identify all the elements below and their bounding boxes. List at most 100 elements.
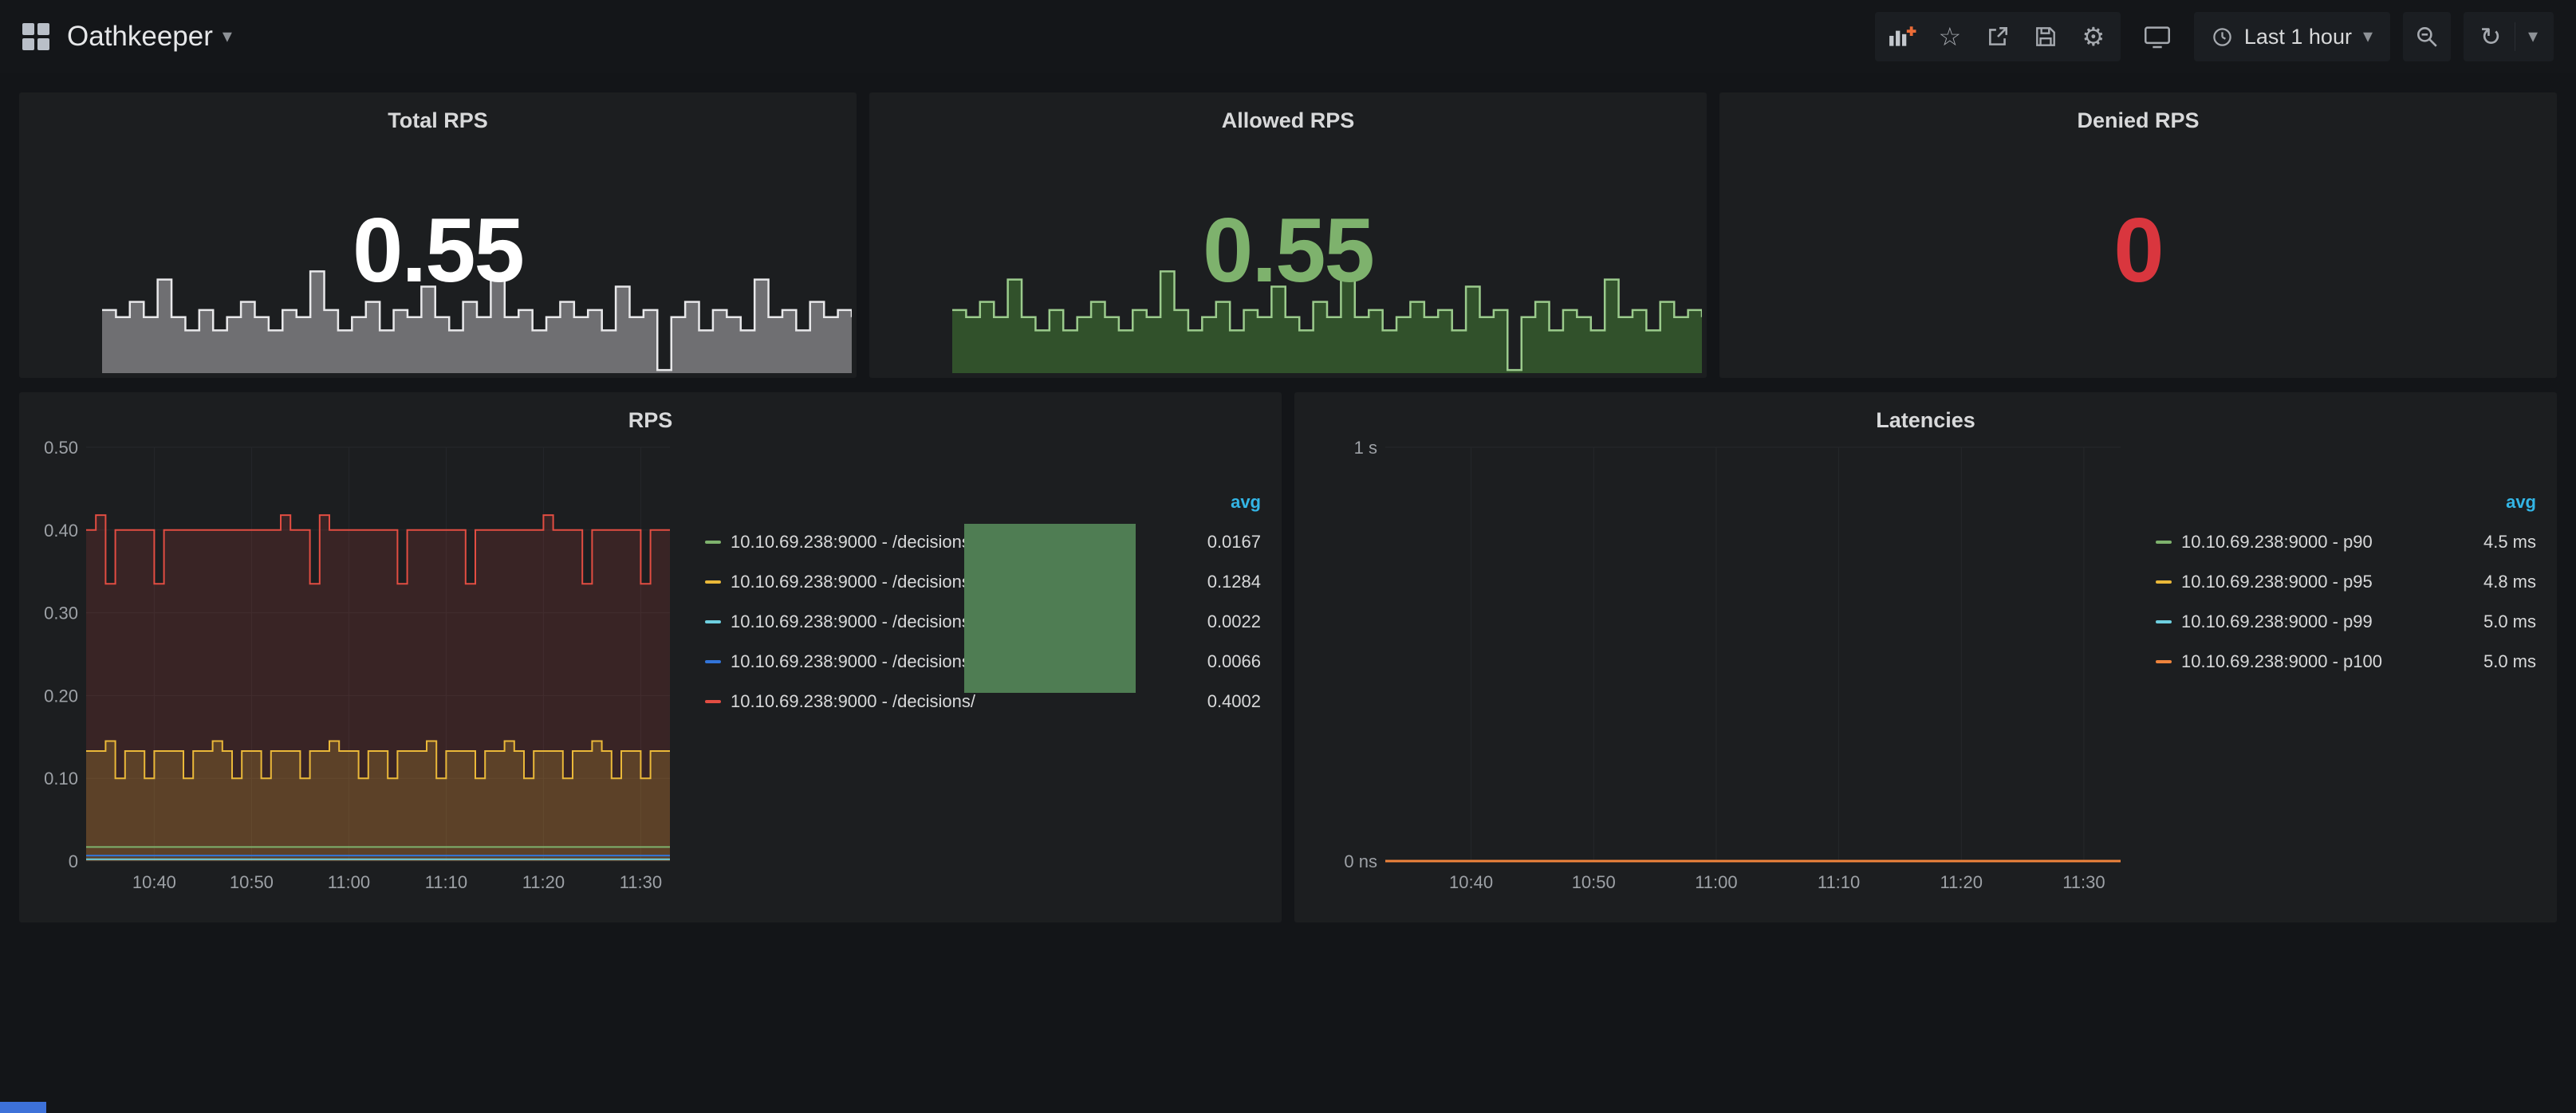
refresh-interval-dropdown[interactable]: ▾ (2515, 12, 2550, 61)
tv-mode-button[interactable] (2133, 12, 2181, 61)
svg-text:10:50: 10:50 (230, 872, 274, 892)
series-name: 10.10.69.238:9000 - /decisions/ (731, 691, 1157, 712)
panel-rps: RPS 0.50 0.40 0.30 0.20 0.10 0 10:40 10:50 11:00… (19, 392, 1282, 922)
refresh-button[interactable]: ↻ (2467, 12, 2515, 61)
svg-text:0.10: 0.10 (44, 769, 78, 789)
dashboards-grid-icon[interactable] (22, 23, 49, 50)
dashboard-title: Oathkeeper (67, 21, 213, 53)
latencies-legend: avg 10.10.69.238:9000 - p904.5 ms10.10.6… (2132, 433, 2557, 682)
svg-text:11:20: 11:20 (522, 872, 565, 892)
series-color-marker (2156, 660, 2172, 663)
graphs-row: RPS 0.50 0.40 0.30 0.20 0.10 0 10:40 10:50 11:00… (19, 392, 2557, 922)
refresh-icon: ↻ (2480, 22, 2502, 52)
tv-mode-icon (2144, 24, 2171, 49)
svg-text:0.40: 0.40 (44, 521, 78, 541)
series-color-marker (705, 580, 721, 584)
series-color-marker (2156, 620, 2172, 623)
total-rps-value: 0.55 (19, 206, 857, 297)
time-picker-button[interactable]: Last 1 hour ▾ (2194, 12, 2390, 61)
svg-text:11:30: 11:30 (620, 872, 662, 892)
svg-text:11:10: 11:10 (425, 872, 467, 892)
svg-text:10:40: 10:40 (132, 872, 176, 892)
svg-text:0.30: 0.30 (44, 604, 78, 623)
svg-text:0: 0 (69, 851, 78, 871)
series-color-marker (2156, 541, 2172, 544)
chevron-down-icon: ▾ (2528, 27, 2538, 46)
series-avg-value: 0.4002 (1157, 691, 1261, 712)
panel-title[interactable]: Denied RPS (1719, 92, 2557, 133)
gear-icon: ⚙ (2082, 22, 2105, 52)
series-avg-value: 5.0 ms (2432, 612, 2536, 632)
legend-header-avg[interactable]: avg (705, 492, 1261, 522)
refresh-cluster: ↻ ▾ (2464, 12, 2554, 61)
svg-text:10:50: 10:50 (1572, 872, 1616, 892)
series-name: 10.10.69.238:9000 - p99 (2181, 612, 2432, 632)
bottom-left-blue-bar (0, 1102, 46, 1113)
latencies-chart[interactable]: 1 s 0 ns 10:40 10:50 11:00 11:10 11:20 11:30 (1334, 436, 2132, 895)
dashboard-grid: Total RPS 0.55 Allowed RPS 0.55 Denied R… (0, 73, 2576, 922)
nav-bar: Oathkeeper ▾ ☆ (0, 0, 2576, 73)
series-avg-value: 0.0167 (1157, 532, 1261, 553)
panel-title[interactable]: Latencies (1294, 392, 2557, 433)
panel-title[interactable]: Allowed RPS (869, 92, 1707, 133)
series-color-marker (705, 660, 721, 663)
series-avg-value: 4.5 ms (2432, 532, 2536, 553)
latencies-graph-body: 1 s 0 ns 10:40 10:50 11:00 11:10 11:20 11:30 av… (1294, 433, 2557, 895)
save-button[interactable] (2022, 12, 2070, 61)
series-color-marker (705, 541, 721, 544)
panel-actions-cluster: ☆ ⚙ (1875, 12, 2121, 61)
denied-rps-value: 0 (1719, 206, 2557, 297)
panel-allowed-rps: Allowed RPS 0.55 (869, 92, 1707, 378)
svg-text:0.50: 0.50 (44, 438, 78, 458)
legend-row[interactable]: 10.10.69.238:9000 - p1005.0 ms (2156, 642, 2536, 682)
svg-text:1 s: 1 s (1354, 438, 1377, 458)
stats-row: Total RPS 0.55 Allowed RPS 0.55 Denied R… (19, 92, 2557, 378)
series-avg-value: 0.0022 (1157, 612, 1261, 632)
svg-text:11:20: 11:20 (1940, 872, 1983, 892)
share-button[interactable] (1974, 12, 2022, 61)
star-icon: ☆ (1939, 22, 1962, 52)
svg-text:10:40: 10:40 (1449, 872, 1493, 892)
nav-right: ☆ ⚙ (1875, 12, 2554, 61)
zoom-out-button[interactable] (2403, 12, 2451, 61)
clock-icon (2212, 26, 2233, 48)
panel-title[interactable]: Total RPS (19, 92, 857, 133)
series-color-marker (705, 700, 721, 703)
nav-left: Oathkeeper ▾ (22, 21, 232, 53)
series-avg-value: 0.0066 (1157, 651, 1261, 672)
series-avg-value: 0.1284 (1157, 572, 1261, 592)
chevron-down-icon: ▾ (2363, 27, 2373, 46)
series-color-marker (2156, 580, 2172, 584)
series-avg-value: 5.0 ms (2432, 651, 2536, 672)
panel-total-rps: Total RPS 0.55 (19, 92, 857, 378)
green-overlay-box (964, 524, 1136, 693)
svg-text:0 ns: 0 ns (1344, 851, 1377, 871)
allowed-rps-value: 0.55 (869, 206, 1707, 297)
share-icon (1986, 25, 2010, 49)
panel-denied-rps: Denied RPS 0 (1719, 92, 2557, 378)
svg-text:11:00: 11:00 (328, 872, 370, 892)
svg-text:11:30: 11:30 (2062, 872, 2105, 892)
time-range-label: Last 1 hour (2244, 25, 2352, 49)
add-panel-button[interactable] (1878, 12, 1926, 61)
panel-title[interactable]: RPS (19, 392, 1282, 433)
rps-chart[interactable]: 0.50 0.40 0.30 0.20 0.10 0 10:40 10:50 11:00 11:1… (35, 436, 681, 895)
svg-text:11:10: 11:10 (1818, 872, 1860, 892)
save-icon (2034, 25, 2058, 49)
legend-row[interactable]: 10.10.69.238:9000 - p904.5 ms (2156, 522, 2536, 562)
series-name: 10.10.69.238:9000 - p95 (2181, 572, 2432, 592)
star-button[interactable]: ☆ (1926, 12, 1974, 61)
settings-button[interactable]: ⚙ (2070, 12, 2117, 61)
series-color-marker (705, 620, 721, 623)
legend-header-avg[interactable]: avg (2156, 492, 2536, 522)
svg-text:11:00: 11:00 (1695, 872, 1737, 892)
series-name: 10.10.69.238:9000 - p90 (2181, 532, 2432, 553)
svg-text:0.20: 0.20 (44, 686, 78, 706)
chevron-down-icon: ▾ (223, 27, 232, 46)
panel-latencies: Latencies 1 s 0 ns 10:40 10:50 11:00 11:10 11:… (1294, 392, 2557, 922)
legend-row[interactable]: 10.10.69.238:9000 - p954.8 ms (2156, 562, 2536, 602)
legend-row[interactable]: 10.10.69.238:9000 - p995.0 ms (2156, 602, 2536, 642)
zoom-out-icon (2415, 25, 2439, 49)
series-avg-value: 4.8 ms (2432, 572, 2536, 592)
dashboard-title-dropdown[interactable]: Oathkeeper ▾ (67, 21, 232, 53)
